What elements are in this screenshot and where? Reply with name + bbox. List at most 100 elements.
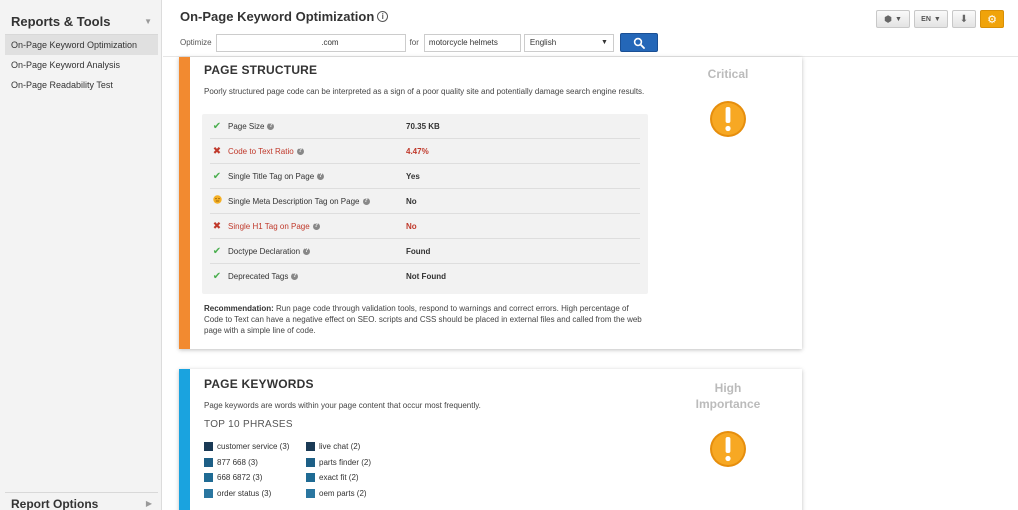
list-item: exact fit (2) [306, 470, 371, 486]
list-item: order status (3) [204, 486, 289, 502]
severity-label: Critical [707, 67, 749, 81]
page-keywords-title: PAGE KEYWORDS [204, 377, 314, 391]
check-value: No [406, 221, 417, 231]
sidebar-footer[interactable]: Report Options ▶ [5, 492, 158, 510]
recommendation-label: Recommendation: [204, 304, 274, 313]
sidebar-footer-title: Report Options [11, 497, 99, 510]
check-name: Page Size? [228, 122, 406, 131]
chevron-down-icon[interactable]: ▼ [144, 17, 152, 26]
check-name: Single H1 Tag on Page? [228, 222, 406, 231]
page-keywords-description: Page keywords are words within your page… [204, 401, 481, 410]
language-select[interactable]: English ▼ [523, 33, 614, 52]
cube-menu-button[interactable]: ⬢ ▼ [876, 10, 910, 28]
sidebar-header[interactable]: Reports & Tools ▼ [5, 9, 158, 35]
check-row: ✔ Page Size? 70.35 KB [210, 114, 640, 139]
list-item: 877 668 (3) [204, 455, 289, 471]
check-name-text: Single Title Tag on Page [228, 171, 315, 181]
check-row: ✔ Single Title Tag on Page? Yes [210, 164, 640, 189]
list-item: 668 6872 (3) [204, 470, 289, 486]
phrase-text: parts finder (2) [319, 457, 372, 467]
severity-bar [179, 57, 190, 349]
check-value: Not Found [406, 272, 446, 281]
check-name: Single Title Tag on Page? [228, 172, 406, 181]
help-icon[interactable]: ? [267, 122, 275, 130]
phrase-text: oem parts (2) [319, 488, 367, 498]
phrase-text: exact fit (2) [319, 473, 359, 483]
page-title-wrap: On-Page Keyword Optimization i [180, 9, 389, 24]
sidebar-items: On-Page Keyword Optimization On-Page Key… [5, 35, 158, 95]
cross-icon: ✖ [212, 145, 222, 157]
list-item: live chat (2) [306, 439, 371, 455]
page-structure-card: PAGE STRUCTURE Poorly structured page co… [179, 57, 802, 349]
download-button[interactable]: ⬇ [952, 10, 976, 28]
check-name-text: Deprecated Tags [228, 272, 289, 281]
sidebar: Reports & Tools ▼ On-Page Keyword Optimi… [0, 0, 162, 510]
checkmark-icon: ✔ [212, 271, 222, 282]
recommendation: Recommendation: Run page code through va… [204, 303, 649, 336]
color-swatch [204, 457, 213, 467]
sidebar-item-keyword-analysis[interactable]: On-Page Keyword Analysis [5, 55, 158, 75]
search-icon [633, 37, 645, 49]
keyword-input[interactable]: motorcycle helmets [423, 33, 521, 52]
check-name: Deprecated Tags? [228, 272, 406, 281]
list-item: parts finder (2) [306, 455, 371, 471]
keyword-input-value: motorcycle helmets [428, 38, 498, 47]
chevron-right-icon[interactable]: ▶ [146, 493, 152, 510]
help-icon[interactable]: ? [312, 222, 320, 230]
cross-icon: ✖ [212, 220, 222, 232]
color-swatch [204, 442, 213, 452]
sidebar-item-keyword-optimization[interactable]: On-Page Keyword Optimization [5, 35, 158, 55]
sidebar-item-readability-test[interactable]: On-Page Readability Test [5, 75, 158, 95]
checkmark-icon: ✔ [212, 120, 222, 132]
app-root: Reports & Tools ▼ On-Page Keyword Optimi… [0, 0, 1018, 510]
phrases-column-1: customer service (3) 877 668 (3) 668 687… [204, 439, 289, 501]
help-icon[interactable]: ? [362, 197, 370, 205]
top-phrases-label: TOP 10 PHRASES [204, 419, 293, 430]
for-label: for [409, 38, 419, 47]
check-row: ✔ Doctype Declaration? Found [210, 239, 640, 264]
check-value: No [406, 196, 417, 206]
check-value: 70.35 KB [406, 121, 440, 131]
phrase-text: 668 6872 (3) [217, 473, 263, 483]
search-toolbar: Optimize .com for motorcycle helmets Eng… [180, 33, 658, 52]
check-value: Found [406, 246, 431, 256]
structure-check-table: ✔ Page Size? 70.35 KB ✖ Code to Text Rat… [202, 114, 648, 294]
check-name-text: Single Meta Description Tag on Page [228, 196, 360, 206]
page-structure-description: Poorly structured page code can be inter… [204, 87, 645, 96]
check-row: Single Meta Description Tag on Page? No [210, 189, 640, 214]
check-name: Doctype Declaration? [228, 247, 406, 256]
check-name-text: Page Size [228, 121, 265, 131]
check-value: Yes [406, 171, 420, 181]
gear-icon: ⚙ [987, 13, 997, 26]
phrase-text: order status (3) [217, 488, 272, 498]
cube-icon: ⬢ [884, 13, 892, 24]
chevron-down-icon: ▼ [933, 15, 941, 23]
help-icon[interactable]: ? [291, 273, 299, 280]
language-menu-button[interactable]: EN ▼ [914, 10, 948, 28]
settings-button[interactable]: ⚙ [980, 10, 1004, 28]
search-button[interactable] [619, 33, 658, 52]
phrase-text: 877 668 (3) [217, 457, 258, 467]
color-swatch [306, 442, 315, 452]
check-name-text: Doctype Declaration [228, 246, 301, 256]
checkmark-icon: ✔ [212, 245, 222, 257]
dropdown-arrow-icon: ▼ [600, 39, 608, 46]
color-swatch [306, 473, 315, 483]
color-swatch [204, 488, 213, 498]
phrase-text: customer service (3) [217, 442, 290, 452]
color-swatch [306, 488, 315, 498]
top-right-controls: ⬢ ▼ EN ▼ ⬇ ⚙ [876, 10, 1004, 28]
help-icon[interactable]: ? [303, 247, 311, 255]
color-swatch [306, 457, 315, 467]
page-keywords-card: PAGE KEYWORDS Page keywords are words wi… [179, 369, 802, 510]
severity-label: High Importance [695, 381, 761, 411]
url-input[interactable]: .com [215, 33, 406, 52]
info-icon[interactable]: i [377, 11, 389, 22]
check-row: ✔ Deprecated Tags? Not Found [210, 264, 640, 289]
help-icon[interactable]: ? [317, 172, 325, 180]
color-swatch [204, 473, 213, 483]
chevron-down-icon: ▼ [894, 15, 902, 23]
sidebar-title: Reports & Tools [11, 14, 111, 29]
help-icon[interactable]: ? [296, 147, 304, 155]
optimize-label: Optimize [180, 38, 212, 47]
